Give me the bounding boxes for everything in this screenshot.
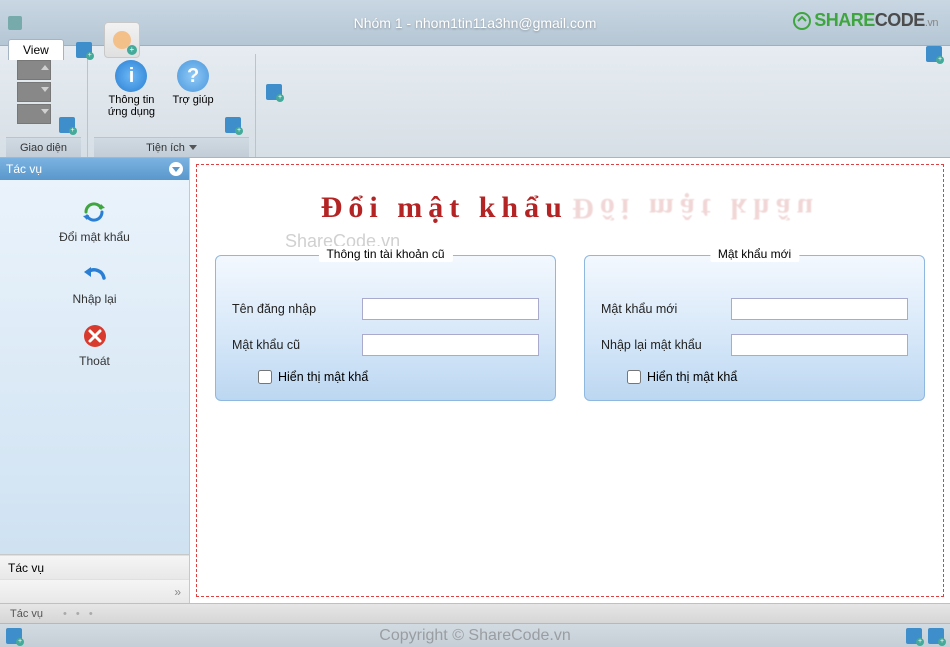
username-input[interactable] — [362, 298, 539, 320]
theme-launcher-icon[interactable] — [59, 117, 75, 133]
confirm-password-input[interactable] — [731, 334, 908, 356]
dots-icon: • • • — [63, 608, 96, 620]
collapse-icon[interactable] — [169, 162, 183, 176]
main-canvas: ShareCode.vn Đổi mật khẩu Đổi mật khẩu T… — [190, 158, 950, 603]
titlebar: View + Nhóm 1 - nhom1tin11a3hn@gmail.com… — [0, 0, 950, 46]
task-exit[interactable]: Thoát — [79, 322, 110, 368]
legend-new: Mật khẩu mới — [710, 246, 799, 262]
window-title: Nhóm 1 - nhom1tin11a3hn@gmail.com — [354, 15, 597, 31]
info-icon: i — [115, 60, 147, 92]
status-right-icon-1[interactable] — [906, 628, 922, 644]
avatar-button[interactable]: + — [104, 22, 140, 58]
workspace: Tác vụ Đổi mật khẩu Nhập lại Thoát — [0, 158, 950, 603]
new-password-label: Mật khẩu mới — [601, 302, 731, 316]
ribbon-group-utilities: i Thông tin ứng dụng ? Trợ giúp Tiện ích — [88, 54, 256, 157]
show-new-password-label: Hiển thị mật khẩ — [647, 370, 737, 384]
form-container: ShareCode.vn Đổi mật khẩu Đổi mật khẩu T… — [196, 164, 944, 597]
side-panel: Tác vụ Đổi mật khẩu Nhập lại Thoát — [0, 158, 190, 603]
page-title: Đổi mật khẩu — [321, 191, 568, 225]
task-list: Đổi mật khẩu Nhập lại Thoát — [0, 180, 189, 554]
fieldset-new-password: Mật khẩu mới Mật khẩu mới Nhập lại mật k… — [584, 255, 925, 401]
show-new-password-checkbox[interactable] — [627, 370, 641, 384]
ribbon: Giao diện i Thông tin ứng dụng ? Trợ giú… — [0, 46, 950, 158]
show-old-password-checkbox[interactable] — [258, 370, 272, 384]
side-panel-footer: Tác vụ » — [0, 554, 189, 603]
ribbon-extra-icon[interactable] — [266, 84, 282, 157]
show-old-password-label: Hiển thị mật khẩ — [278, 370, 368, 384]
side-panel-header[interactable]: Tác vụ — [0, 158, 189, 180]
utilities-launcher-icon[interactable] — [225, 117, 241, 133]
status-bar-1: Tác vụ• • • — [0, 603, 950, 623]
username-label: Tên đăng nhập — [232, 302, 362, 316]
status-left-icon[interactable] — [6, 628, 22, 644]
info-button[interactable]: i Thông tin ứng dụng — [102, 56, 161, 137]
old-password-input[interactable] — [362, 334, 539, 356]
page-title-reflection: Đổi mật khẩu — [572, 191, 819, 225]
task-change-password[interactable]: Đổi mật khẩu — [59, 198, 130, 244]
footer-task-row[interactable]: Tác vụ — [0, 555, 189, 579]
brand-logo: SHARECODE.vn — [792, 10, 938, 31]
old-password-label: Mật khẩu cũ — [232, 338, 362, 352]
status-right-icon-2[interactable] — [928, 628, 944, 644]
tab-row: View + — [8, 24, 140, 60]
close-icon — [81, 322, 109, 350]
theme-stepper[interactable] — [13, 56, 55, 137]
ribbon-group-label: Giao diện — [6, 137, 81, 157]
help-icon: ? — [177, 60, 209, 92]
tab-view[interactable]: View — [8, 39, 64, 60]
ribbon-right-icon[interactable] — [926, 46, 942, 62]
help-button[interactable]: ? Trợ giúp — [165, 56, 221, 137]
copyright: Copyright © ShareCode.vn — [379, 627, 570, 645]
refresh-icon — [80, 198, 108, 226]
ribbon-group-label: Tiện ích — [94, 137, 249, 157]
undo-icon — [81, 260, 109, 288]
task-reset[interactable]: Nhập lại — [72, 260, 116, 306]
confirm-password-label: Nhập lại mật khẩu — [601, 338, 731, 352]
legend-old: Thông tin tài khoản cũ — [318, 246, 452, 262]
ribbon-group-theme: Giao diện — [0, 54, 88, 157]
fieldset-old-account: Thông tin tài khoản cũ Tên đăng nhập Mật… — [215, 255, 556, 401]
footer-expand-row[interactable]: » — [0, 579, 189, 603]
status-bar-2: Copyright © ShareCode.vn — [0, 623, 950, 647]
tab-add-icon[interactable] — [74, 40, 94, 60]
chevron-down-icon[interactable] — [189, 145, 197, 150]
new-password-input[interactable] — [731, 298, 908, 320]
